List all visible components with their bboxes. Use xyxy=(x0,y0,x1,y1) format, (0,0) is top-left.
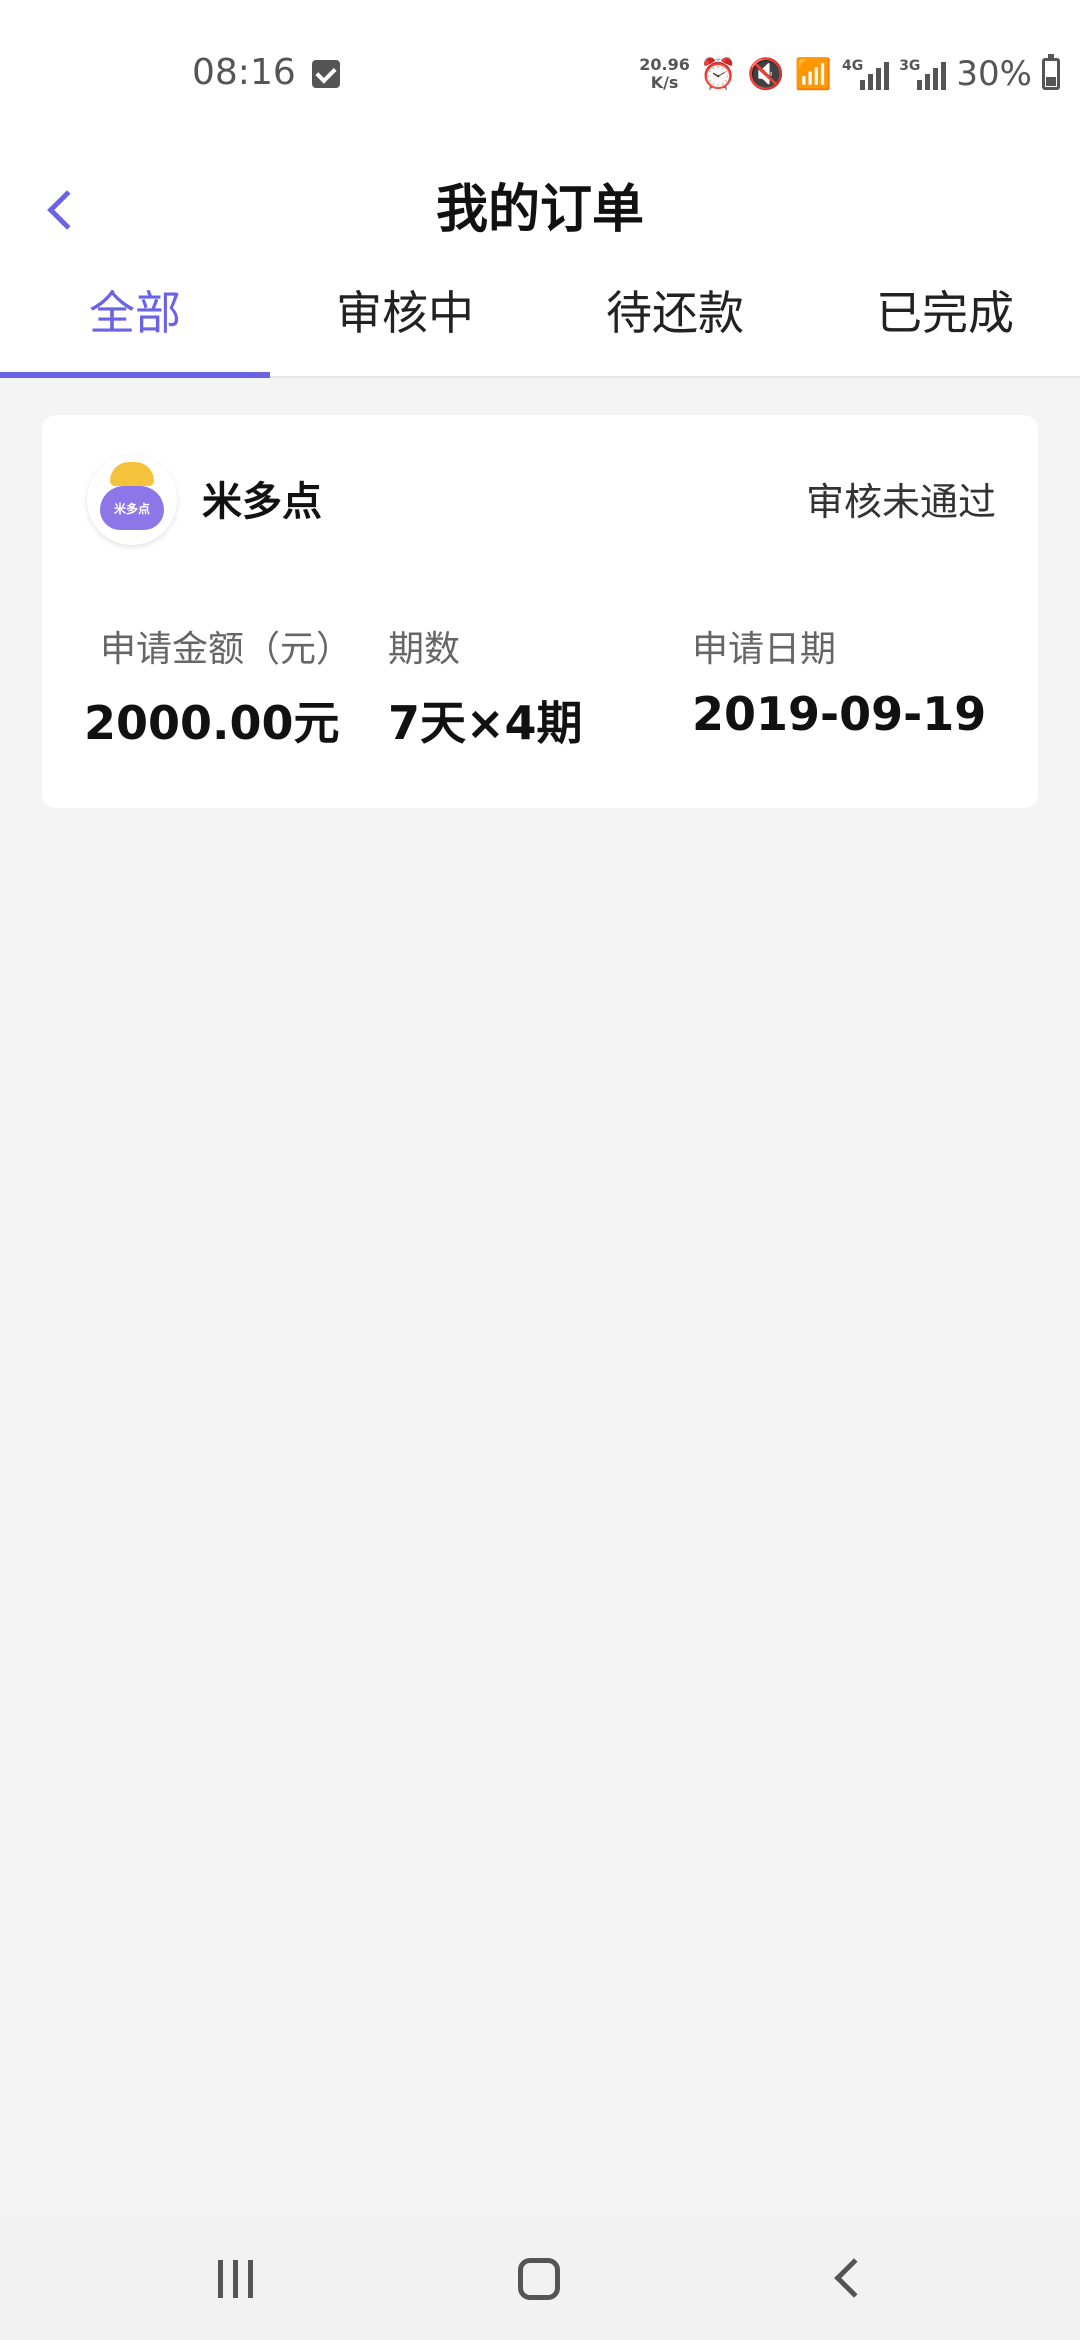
order-card[interactable]: 米多点 米多点 审核未通过 申请金额（元） 期数 申请日期 2000.00元 7… xyxy=(42,415,1038,808)
app-root: 08:16 20.96 K/s ⏰ 🔇 📶 4G 3G 30% 我的订单 全部 … xyxy=(0,0,1080,2340)
recent-apps-button[interactable] xyxy=(218,2260,253,2298)
system-back-button[interactable] xyxy=(834,2258,874,2298)
merchant-name: 米多点 xyxy=(202,479,322,525)
wifi-icon: 📶 xyxy=(794,56,832,92)
network-speed-value: 20.96 xyxy=(639,55,690,74)
period-value: 7天×4期 xyxy=(388,696,583,750)
battery-icon xyxy=(1042,54,1060,90)
date-value: 2019-09-19 xyxy=(692,687,987,741)
system-nav-bar xyxy=(0,2210,1080,2340)
tab-under-review[interactable]: 审核中 xyxy=(270,270,540,376)
alarm-icon: ⏰ xyxy=(699,56,738,92)
logo-text: 米多点 xyxy=(113,501,150,516)
period-label: 期数 xyxy=(388,629,461,670)
signal-4g-icon: 4G xyxy=(841,58,890,90)
amount-label: 申请金额（元） xyxy=(100,629,353,670)
nav-header: 我的订单 xyxy=(0,150,1080,270)
signal-3g-label: 3G xyxy=(899,58,921,74)
order-status: 审核未通过 xyxy=(805,480,996,524)
notification-check-icon xyxy=(312,60,340,88)
network-speed-unit: K/s xyxy=(650,73,679,92)
money-bag-icon: 米多点 xyxy=(100,462,164,530)
tab-all[interactable]: 全部 xyxy=(0,270,270,378)
date-label: 申请日期 xyxy=(692,629,837,670)
network-speed: 20.96 K/s xyxy=(639,56,690,92)
vibrate-mute-icon: 🔇 xyxy=(747,56,785,92)
home-button[interactable] xyxy=(518,2258,560,2300)
page-title: 我的订单 xyxy=(435,180,644,240)
signal-4g-label: 4G xyxy=(841,58,864,74)
status-icons: 20.96 K/s ⏰ 🔇 📶 4G 3G 30% xyxy=(639,52,1060,96)
tab-completed[interactable]: 已完成 xyxy=(810,270,1080,376)
tab-pending-repayment[interactable]: 待还款 xyxy=(540,270,810,376)
battery-percent: 30% xyxy=(956,54,1032,94)
status-bar: 08:16 20.96 K/s ⏰ 🔇 📶 4G 3G 30% xyxy=(0,0,1080,150)
gold-coins-icon xyxy=(110,462,154,486)
merchant-logo: 米多点 xyxy=(87,455,177,545)
amount-value: 2000.00元 xyxy=(84,696,340,750)
order-tabs: 全部 审核中 待还款 已完成 xyxy=(0,270,1080,378)
status-time: 08:16 xyxy=(192,52,296,93)
signal-3g-icon: 3G xyxy=(899,58,947,90)
